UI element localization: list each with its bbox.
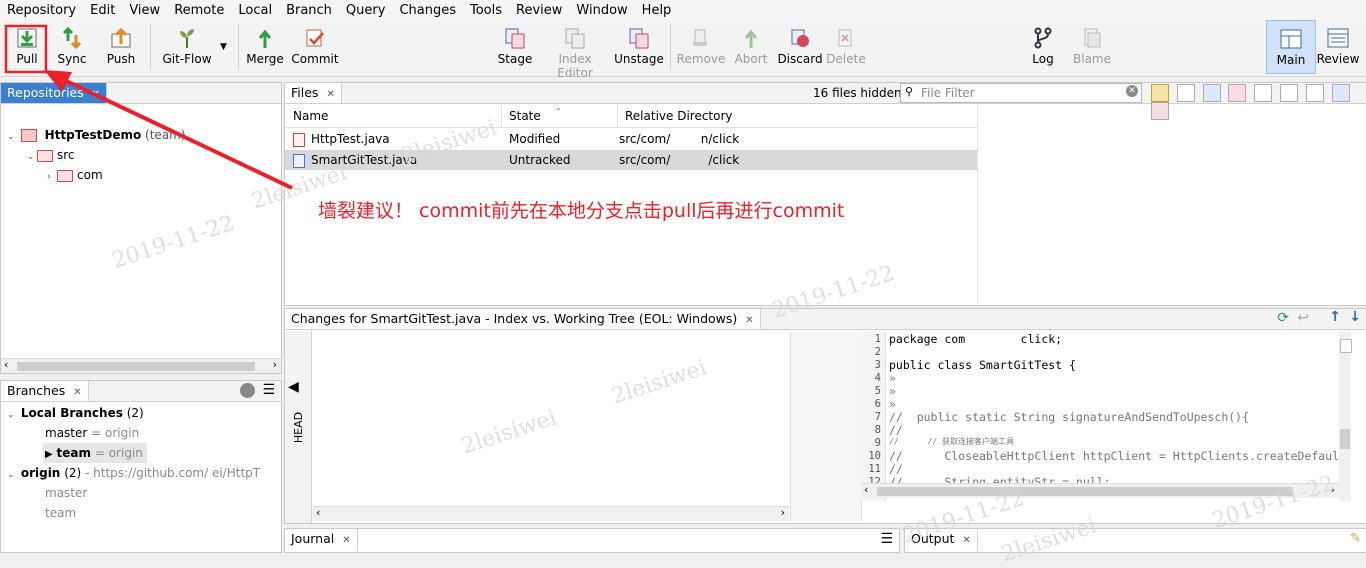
annotation-overlay — [4, 24, 293, 190]
pull-highlight-box — [4, 24, 48, 74]
annotation-text: 墙裂建议！ commit前先在本地分支点击pull后再进行commit — [318, 200, 845, 222]
annotation-arrow-line — [59, 76, 293, 190]
